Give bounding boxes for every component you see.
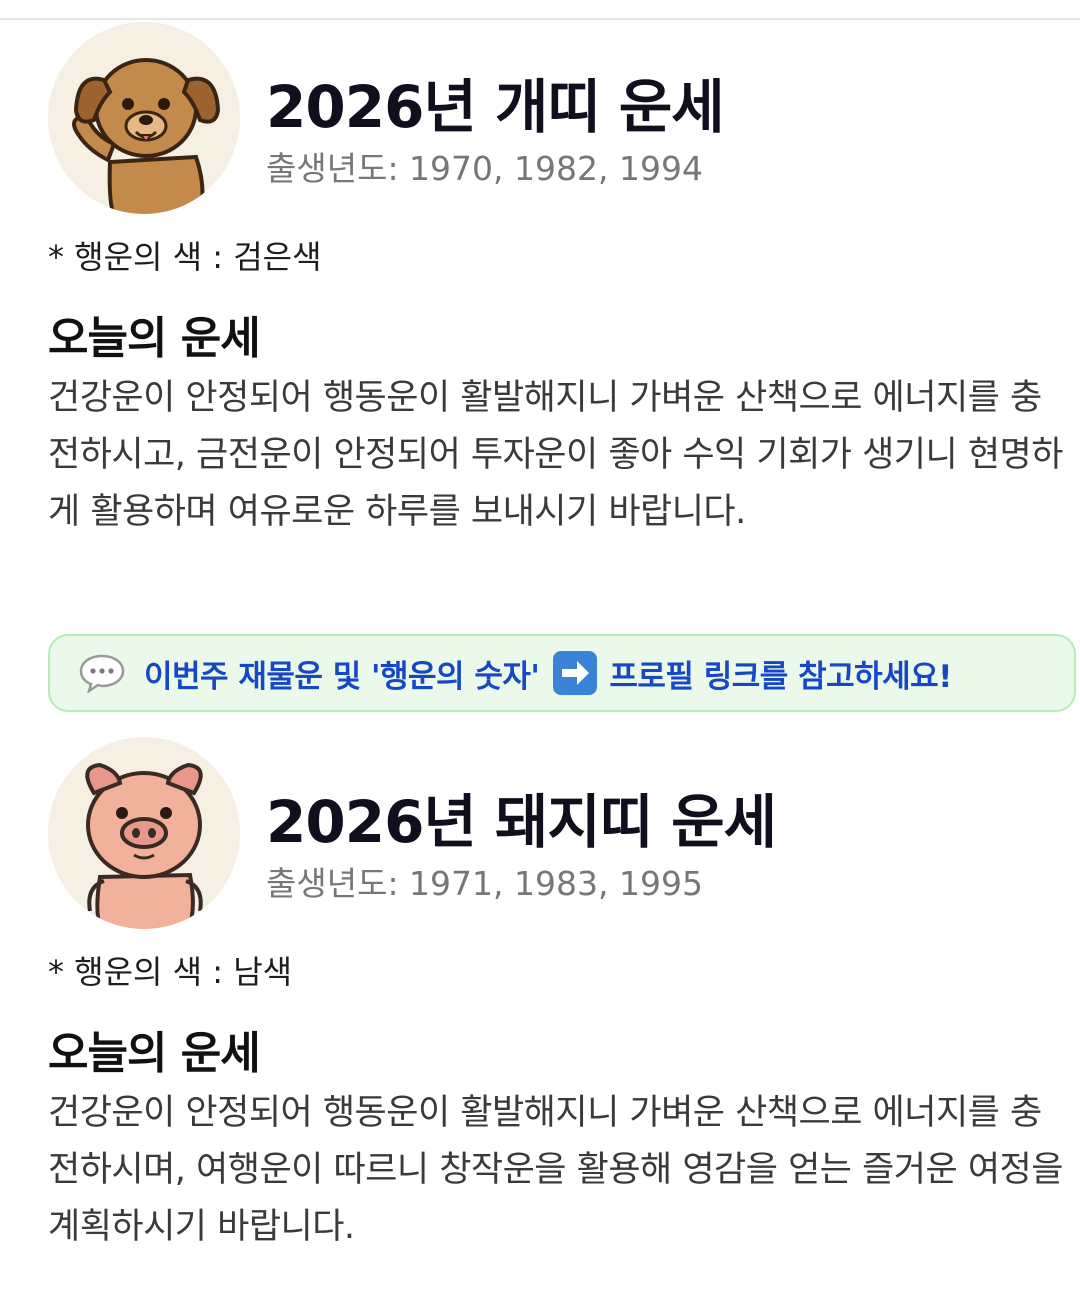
zodiac-title: 2026년 돼지띠 운세	[266, 788, 777, 856]
lucky-color: * 행운의 색 : 검은색	[48, 238, 322, 276]
profile-link-banner[interactable]: 이번주 재물운 및 '행운의 숫자' 프로필 링크를 참고하세요!	[48, 634, 1076, 712]
right-arrow-icon	[553, 651, 598, 695]
dog-avatar	[48, 22, 240, 214]
today-fortune-heading: 오늘의 운세	[48, 1028, 261, 1079]
fortune-text: 건강운이 안정되어 행동운이 활발해지니 가벼운 산책으로 에너지를 충전하시며…	[48, 1093, 1063, 1247]
zodiac-title: 2026년 개띠 운세	[266, 73, 725, 141]
dog-icon	[48, 22, 240, 214]
top-divider	[0, 18, 1080, 20]
birth-years: 출생년도: 1970, 1982, 1994	[266, 149, 703, 188]
birth-years: 출생년도: 1971, 1983, 1995	[266, 864, 703, 903]
pig-avatar	[48, 737, 240, 929]
pig-icon	[48, 737, 240, 929]
banner-text-before: 이번주 재물운 및 '행운의 숫자'	[144, 658, 540, 695]
speech-bubble-icon	[79, 654, 125, 693]
today-fortune-heading: 오늘의 운세	[48, 313, 261, 364]
lucky-color: * 행운의 색 : 남색	[48, 953, 293, 991]
banner-text-after: 프로필 링크를 참고하세요!	[609, 658, 952, 695]
fortune-text: 건강운이 안정되어 행동운이 활발해지니 가벼운 산책으로 에너지를 충전하시고…	[48, 378, 1063, 532]
